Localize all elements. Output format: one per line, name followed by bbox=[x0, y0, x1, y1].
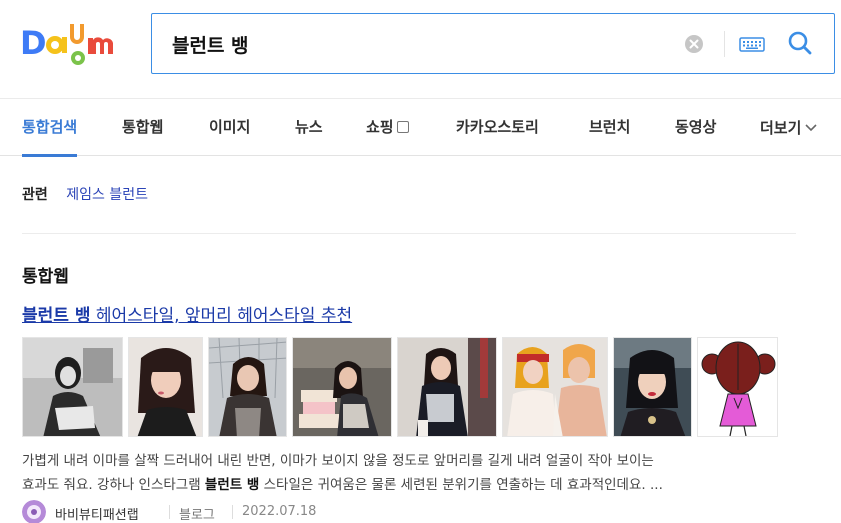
thumbnail-image[interactable] bbox=[613, 337, 692, 437]
tab-label: 통합검색 bbox=[22, 118, 78, 136]
search-divider bbox=[724, 31, 725, 57]
source-type: 블로그 bbox=[179, 508, 215, 523]
snippet-line: 효과도 줘요. 강하나 인스타그램 블런트 뱅 스타일은 귀여움은 물론 세련된… bbox=[22, 473, 812, 497]
tab-label: 뉴스 bbox=[295, 118, 323, 136]
section-title: 통합웹 bbox=[22, 267, 69, 287]
tab-news[interactable]: 뉴스 bbox=[295, 99, 323, 156]
post-date: 2022.07.18 bbox=[242, 504, 317, 519]
search-icon[interactable] bbox=[785, 28, 815, 58]
result-title-highlight: 블런트 뱅 bbox=[22, 306, 91, 326]
thumbnail-image[interactable] bbox=[292, 337, 392, 437]
tab-label: 통합웹 bbox=[122, 118, 164, 136]
tab-label: 브런치 bbox=[589, 118, 631, 136]
thumbnail-image[interactable] bbox=[502, 337, 608, 437]
blogger-name[interactable]: 바비뷰티패션랩 bbox=[55, 504, 139, 523]
daum-logo[interactable]: D bbox=[20, 20, 128, 66]
avatar[interactable] bbox=[22, 500, 46, 523]
tab-kakaostory[interactable]: 카카오스토리 bbox=[456, 99, 539, 156]
snippet-text: 효과도 줘요. 강하나 인스타그램 bbox=[22, 477, 205, 493]
snippet-text: 스타일은 귀여움은 물론 세련된 분위기를 연출하는 데 효과적인데요. ... bbox=[259, 477, 663, 493]
search-input[interactable] bbox=[172, 27, 652, 61]
tab-all[interactable]: 통합검색 bbox=[22, 99, 78, 157]
thumbnail-image[interactable] bbox=[208, 337, 287, 437]
result-snippet: 가볍게 내려 이마를 살짝 드러내어 내린 반면, 이마가 보이지 않을 정도로… bbox=[22, 449, 812, 497]
section-divider bbox=[22, 233, 796, 234]
tab-shopping[interactable]: 쇼핑 bbox=[366, 99, 409, 156]
related-label: 관련 bbox=[22, 187, 48, 203]
tab-label: 더보기 bbox=[760, 119, 802, 137]
related-searches: 관련 제임스 블런트 bbox=[22, 184, 148, 208]
clear-circle-icon[interactable] bbox=[684, 34, 704, 54]
thumbnail-image[interactable] bbox=[397, 337, 497, 437]
thumbnail-image[interactable] bbox=[22, 337, 123, 437]
related-link[interactable]: 제임스 블런트 bbox=[66, 187, 148, 203]
meta-divider bbox=[232, 505, 233, 519]
tab-label: 동영상 bbox=[675, 118, 717, 136]
meta-divider bbox=[169, 505, 170, 519]
tab-label: 쇼핑 bbox=[366, 118, 394, 136]
tab-brunch[interactable]: 브런치 bbox=[589, 99, 630, 156]
tab-web[interactable]: 통합웹 bbox=[122, 99, 163, 156]
tab-more[interactable]: 더보기 bbox=[760, 99, 817, 156]
search-tabs: 통합검색 통합웹 이미지 뉴스 쇼핑 카카오스토리 브런치 동영상 더보기 bbox=[0, 98, 841, 157]
search-box bbox=[151, 13, 835, 74]
tab-images[interactable]: 이미지 bbox=[209, 99, 250, 156]
keyboard-icon[interactable] bbox=[739, 34, 765, 54]
thumbnail-image[interactable] bbox=[128, 337, 203, 437]
svg-text:D: D bbox=[20, 24, 47, 62]
header: D bbox=[0, 0, 841, 98]
snippet-highlight: 블런트 뱅 bbox=[204, 477, 260, 493]
external-link-icon bbox=[396, 121, 409, 133]
tab-label: 이미지 bbox=[209, 118, 251, 136]
thumbnail-image[interactable] bbox=[697, 337, 778, 437]
snippet-line: 가볍게 내려 이마를 살짝 드러내어 내린 반면, 이마가 보이지 않을 정도로… bbox=[22, 453, 654, 469]
result-title-link[interactable]: 블런트 뱅 헤어스타일, 앞머리 헤어스타일 추천 bbox=[22, 301, 352, 326]
tab-label: 카카오스토리 bbox=[456, 118, 539, 136]
chevron-down-icon bbox=[805, 99, 817, 155]
tab-video[interactable]: 동영상 bbox=[675, 99, 716, 156]
result-title-text: 헤어스타일, 앞머리 헤어스타일 추천 bbox=[90, 306, 353, 326]
